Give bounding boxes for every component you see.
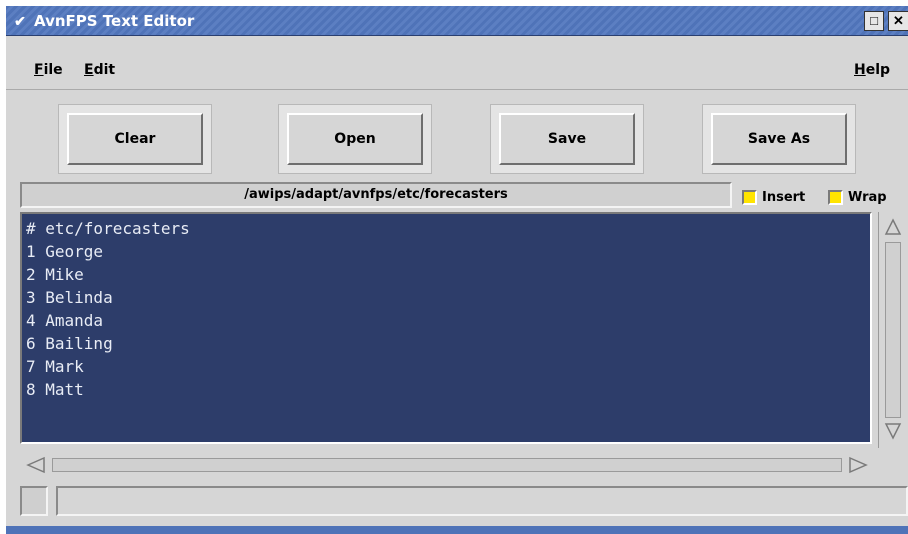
scroll-up-icon[interactable] — [884, 218, 902, 236]
save-as-button[interactable]: Save As — [711, 113, 847, 165]
open-button[interactable]: Open — [287, 113, 423, 165]
menu-bar: File Edit Help — [6, 37, 908, 90]
wrap-checkbox[interactable] — [828, 189, 843, 205]
vertical-scroll-track[interactable] — [885, 242, 901, 418]
title-bar[interactable]: ✔ AvnFPS Text Editor □ ✕ — [6, 6, 908, 36]
vertical-scrollbar[interactable] — [878, 212, 908, 448]
menu-help-label: elp — [865, 62, 891, 78]
file-path-display: /awips/adapt/avnfps/etc/forecasters — [20, 182, 732, 208]
chevron-down-icon[interactable]: ✔ — [10, 12, 30, 30]
insert-label: Insert — [762, 189, 806, 205]
editor-line: 6 Bailing — [26, 334, 113, 353]
wrap-label: Wrap — [848, 189, 887, 205]
open-button-frame: Open — [278, 104, 432, 174]
editor-line: 8 Matt — [26, 380, 84, 399]
text-editor-area[interactable]: # etc/forecasters 1 George 2 Mike 3 Beli… — [20, 212, 872, 444]
menu-help-mnemonic: H — [854, 62, 866, 78]
clear-button[interactable]: Clear — [67, 113, 203, 165]
window-title: AvnFPS Text Editor — [34, 12, 195, 30]
toolbar: Clear Open Save Save As — [6, 90, 908, 180]
maximize-icon[interactable]: □ — [864, 11, 884, 31]
editor-line: # etc/forecasters — [26, 219, 190, 238]
editor-window: ✔ AvnFPS Text Editor □ ✕ File Edit Help … — [6, 6, 908, 534]
window-bottom-border — [6, 526, 908, 534]
save-button-frame: Save — [490, 104, 644, 174]
horizontal-scrollbar[interactable] — [18, 450, 878, 478]
editor-line: 4 Amanda — [26, 311, 104, 330]
menu-edit-mnemonic: E — [84, 62, 94, 78]
menu-help[interactable]: Help — [854, 62, 890, 78]
save-as-button-frame: Save As — [702, 104, 856, 174]
editor-line: 3 Belinda — [26, 288, 113, 307]
clear-button-frame: Clear — [58, 104, 212, 174]
scroll-left-icon[interactable] — [26, 456, 46, 474]
menu-edit[interactable]: Edit — [84, 62, 115, 78]
save-button[interactable]: Save — [499, 113, 635, 165]
status-bar — [18, 482, 908, 520]
editor-line: 7 Mark — [26, 357, 84, 376]
menu-edit-label: dit — [93, 62, 116, 78]
scroll-down-icon[interactable] — [884, 422, 902, 440]
wrap-toggle[interactable]: Wrap — [828, 188, 887, 206]
status-indicator — [20, 486, 48, 516]
menu-file[interactable]: File — [34, 62, 63, 78]
insert-checkbox[interactable] — [742, 189, 757, 205]
close-icon[interactable]: ✕ — [888, 11, 908, 31]
editor-line: 1 George — [26, 242, 104, 261]
status-message — [56, 486, 908, 516]
scroll-right-icon[interactable] — [848, 456, 868, 474]
menu-file-label: ile — [43, 62, 63, 78]
horizontal-scroll-track[interactable] — [52, 458, 842, 472]
insert-toggle[interactable]: Insert — [742, 188, 805, 206]
editor-line: 2 Mike — [26, 265, 84, 284]
menu-file-mnemonic: F — [34, 62, 44, 78]
